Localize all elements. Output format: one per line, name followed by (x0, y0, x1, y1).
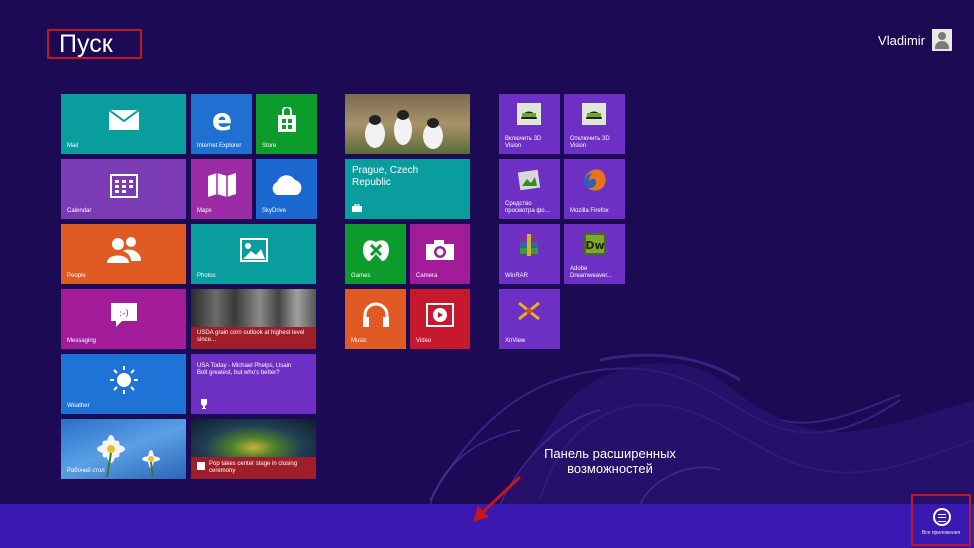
xbox-icon (362, 240, 389, 262)
tile-label: Camera (416, 273, 438, 279)
tile-label: Internet Explorer (197, 143, 242, 149)
tile-people[interactable]: People (61, 224, 186, 284)
dreamweaver-icon: Dw (584, 233, 606, 255)
svg-text::-): :-) (119, 309, 129, 319)
tile-label: People (67, 273, 86, 279)
messaging-icon: :-) (110, 303, 137, 328)
tile-firefox[interactable]: Mozilla Firefox (564, 159, 625, 219)
tile-label: Adobe Dreamweaver... (570, 266, 613, 279)
tile-internet-explorer[interactable]: e Internet Explorer (191, 94, 252, 154)
tile-label: Video (416, 338, 432, 344)
tile-label: Messaging (67, 338, 97, 344)
start-title: Пуск (47, 29, 142, 59)
tile-sports[interactable]: USA Today - Michael Phelps, Usain Bolt g… (191, 354, 316, 414)
cloud-icon (272, 175, 301, 196)
tile-label: Maps (197, 208, 212, 214)
suitcase-icon (352, 204, 362, 212)
tile-label: Рабочий стол (67, 468, 105, 474)
sports-headline: USA Today - Michael Phelps, Usain Bolt g… (197, 363, 292, 376)
user-name: Vladimir (878, 32, 925, 48)
travel-city: Prague, Czech Republic (352, 165, 419, 188)
user-account[interactable]: Vladimir (878, 29, 952, 51)
all-apps-button[interactable]: Все приложения (911, 494, 971, 546)
news2-headline: Pop takes center stage in closing ceremo… (209, 461, 298, 474)
tile-label: Mozilla Firefox (570, 208, 609, 214)
tile-messaging[interactable]: :-) Messaging (61, 289, 186, 349)
store-icon (277, 107, 296, 133)
penguins-image (365, 110, 443, 149)
tile-3d-vision-off[interactable]: Отключить 3D Vision (564, 94, 625, 154)
annotation-line-2: возможностей (567, 461, 653, 476)
tile-photo-viewer[interactable]: Средство просмотра фо... (499, 159, 560, 219)
maps-icon (207, 173, 236, 198)
tile-label: Weather (67, 403, 90, 409)
tile-calendar[interactable]: Calendar (61, 159, 186, 219)
tile-label: Calendar (67, 208, 92, 214)
tile-photo-live[interactable] (345, 94, 470, 154)
tile-mail[interactable]: Mail (61, 94, 186, 154)
tile-label: Mail (67, 143, 79, 149)
stadium-photo (191, 419, 316, 457)
tile-travel[interactable]: Prague, Czech Republic (345, 159, 470, 219)
list-icon (933, 508, 951, 526)
winrar-icon (520, 234, 538, 256)
headphones-icon (362, 302, 389, 328)
news-headline: USDA grain corn outlook at highest level… (197, 330, 305, 343)
tile-label: SkyDrive (262, 208, 287, 214)
tile-3d-vision-on[interactable]: Включить 3D Vision (499, 94, 560, 154)
tile-camera[interactable]: Camera (410, 224, 470, 284)
tile-dreamweaver[interactable]: Dw Adobe Dreamweaver... (564, 224, 625, 284)
mail-icon (108, 110, 139, 131)
tile-label: Photos (197, 273, 216, 279)
tile-label: Music (351, 338, 367, 344)
tile-label: Games (351, 273, 371, 279)
tile-label: WinRAR (505, 273, 529, 279)
tile-winrar[interactable]: WinRAR (499, 224, 560, 284)
tile-games[interactable]: Games (345, 224, 406, 284)
news-icon (197, 462, 205, 470)
annotation-arrow (473, 475, 522, 522)
tile-video[interactable]: Video (410, 289, 470, 349)
tile-label: Store (262, 143, 277, 149)
svg-text:Dw: Dw (585, 239, 604, 252)
charms-annotation: Панель расширенных возможностей (520, 446, 700, 476)
video-icon (426, 303, 454, 328)
tile-news-2[interactable]: Pop takes center stage in closing ceremo… (191, 419, 316, 479)
people-icon (106, 237, 141, 264)
3d-vision-icon (582, 103, 606, 125)
xnview-icon (518, 301, 540, 321)
tile-photos[interactable]: Photos (191, 224, 316, 284)
all-apps-label: Все приложения (921, 530, 961, 536)
photos-icon (239, 238, 268, 263)
svg-text:e: e (211, 106, 231, 134)
camera-icon (426, 240, 454, 261)
photo-viewer-icon (517, 169, 541, 191)
tile-skydrive[interactable]: SkyDrive (256, 159, 317, 219)
trophy-icon (201, 399, 207, 409)
tile-weather[interactable]: Weather (61, 354, 186, 414)
3d-vision-icon (517, 103, 541, 125)
news-photo (191, 289, 316, 327)
sun-icon (109, 366, 138, 395)
tile-label: XnView (505, 338, 526, 344)
tile-maps[interactable]: Maps (191, 159, 252, 219)
tile-label: Отключить 3D Vision (570, 136, 610, 149)
calendar-icon (109, 174, 138, 199)
tile-news[interactable]: USDA grain corn outlook at highest level… (191, 289, 316, 349)
firefox-icon (584, 169, 606, 191)
tile-store[interactable]: Store (256, 94, 317, 154)
tile-label: Средство просмотра фо... (505, 201, 550, 214)
annotation-line-1: Панель расширенных (544, 446, 676, 461)
tile-xnview[interactable]: XnView (499, 289, 560, 349)
tile-label: Включить 3D Vision (505, 136, 542, 149)
avatar (932, 29, 952, 51)
tile-desktop[interactable]: Рабочий стол (61, 419, 186, 479)
internet-explorer-icon: e (211, 106, 231, 134)
start-title-text: Пуск (59, 30, 113, 58)
tile-music[interactable]: Music (345, 289, 406, 349)
